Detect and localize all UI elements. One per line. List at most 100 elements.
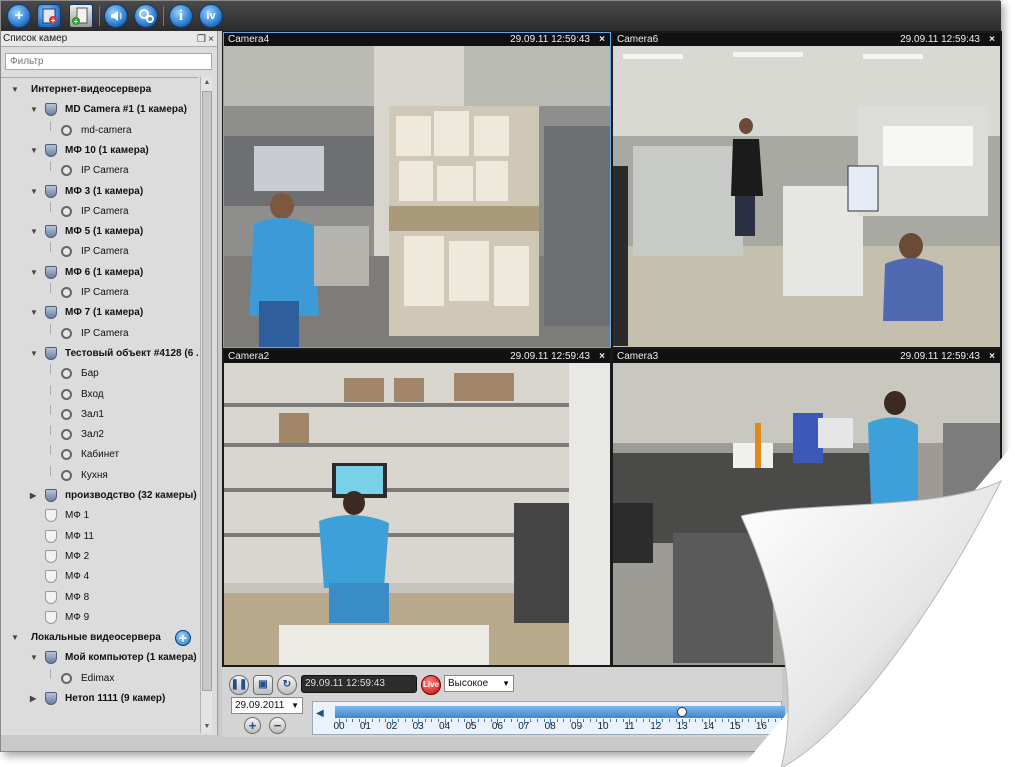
tree-server-item[interactable]: МФ 2 [1,547,198,567]
tree-group[interactable]: ▼ Интернет-видеосервера [1,80,198,100]
add-icon[interactable]: + [7,4,31,28]
add-folder-icon[interactable]: + [69,4,93,28]
tree-server-item[interactable]: ▼ МФ 10 (1 камера) [1,141,198,161]
tree-server-item[interactable]: ▼ MD Camera #1 (1 камера) [1,100,198,120]
tree-item-label: Тестовый объект #4128 (6 ... [65,347,198,359]
camera-icon [61,469,72,481]
tree-server-item[interactable]: ▼ Тестовый объект #4128 (6 ... [1,344,198,364]
tree-item-label: Локальные видеосервера [31,632,161,644]
tree-camera-item[interactable]: Edimax [1,668,198,689]
collapse-arrow-icon[interactable]: ▶ [30,486,36,506]
panel-title: Список камер [3,33,68,44]
scrollbar-thumb[interactable] [202,91,212,691]
zoom-in-icon[interactable]: + [244,717,261,734]
expand-arrow-icon[interactable]: ▼ [30,648,38,668]
expand-arrow-icon[interactable]: ▼ [30,222,38,242]
tree-server-item[interactable]: ▼ МФ 7 (1 камера) [1,303,198,323]
settings-icon[interactable] [134,4,158,28]
live-button[interactable]: Live [421,675,441,695]
tree-camera-item[interactable]: Кабинет [1,445,198,465]
tree-camera-item[interactable]: Зал2 [1,425,198,445]
tree-line [50,323,51,334]
tree-item-label: производство (32 камеры) [65,490,197,501]
timeline-tick [339,719,340,725]
timeline-tick [721,719,723,722]
tree-camera-item[interactable]: IP Camera [1,242,198,262]
tree-camera-item[interactable]: IP Camera [1,283,198,303]
tree-camera-item[interactable]: md-camera [1,120,198,141]
tree-server-item[interactable]: ▼ МФ 5 (1 камера) [1,222,198,242]
tree-camera-item[interactable]: Зал1 [1,404,198,425]
tree-server-item[interactable]: МФ 1 [1,506,198,526]
tree-camera-item[interactable]: Бар [1,364,198,384]
camera-tile-camera6[interactable]: Camera6 29.09.11 12:59:43 × [613,33,1000,347]
expand-arrow-icon[interactable]: ▼ [11,628,19,648]
timeline[interactable]: ◀ 00 01 02 03 04 05 06 07 08 09 10 11 12 13 14 15 16 [312,701,785,735]
tree-scrollbar[interactable]: ▲ ▼ [200,77,212,733]
zoom-out-icon[interactable]: − [269,717,286,734]
quality-value: Высокое [448,678,489,689]
pause-icon[interactable]: ❚❚ [229,675,249,695]
tree-server-item[interactable]: МФ 4 [1,567,198,587]
tree-server-item[interactable]: МФ 8 [1,588,198,608]
expand-arrow-icon[interactable]: ▼ [30,303,38,323]
tree-server-item[interactable]: ▶ Нетоп 1111 (9 камер) [1,689,198,709]
tree-camera-item[interactable]: Вход [1,384,198,405]
tree-camera-item[interactable]: Кухня [1,465,198,486]
tree-server-item[interactable]: ▼ МФ 6 (1 камера) [1,263,198,283]
camera-tile-camera2[interactable]: Camera2 29.09.11 12:59:43 × [224,350,610,665]
timeline-left-arrow-icon[interactable]: ◀ [316,708,324,719]
tree-server-item[interactable]: МФ 9 [1,608,198,628]
server-icon [45,306,57,320]
collapse-arrow-icon[interactable]: ▶ [30,689,36,709]
toolbar-separator [99,6,100,26]
tree-item-label: МФ 8 [65,591,90,603]
tile-camera-name: Camera6 [617,34,659,45]
timeline-tick [603,719,604,725]
add-server-icon[interactable]: + [37,4,61,28]
tree-group[interactable]: ▼ Локальные видеосервера + [1,628,198,648]
save-icon[interactable]: ▣ [253,675,273,695]
tree-server-item[interactable]: ▼ Мой компьютер (1 камера) [1,648,198,668]
about-icon[interactable]: iv [199,4,223,28]
tile-close-icon[interactable]: × [599,350,605,363]
tree-item-label: МФ 1 [65,510,90,522]
expand-arrow-icon[interactable]: ▼ [11,80,19,100]
refresh-icon[interactable]: ↻ [277,675,297,695]
timeline-tick [688,719,690,722]
volume-icon[interactable] [104,4,128,28]
tile-close-icon[interactable]: × [989,33,995,46]
quality-select[interactable]: Высокое ▼ [444,675,514,692]
filter-input[interactable] [5,53,212,70]
tree-camera-item[interactable]: IP Camera [1,161,198,181]
expand-arrow-icon[interactable]: ▼ [30,344,38,364]
server-icon [45,489,57,502]
info-icon[interactable]: i [169,4,193,28]
expand-arrow-icon[interactable]: ▼ [30,141,38,161]
scroll-up-icon[interactable]: ▲ [201,77,213,89]
tree-server-item[interactable]: ▶ производство (32 камеры) [1,486,198,506]
tile-close-icon[interactable]: × [989,350,995,363]
scroll-down-icon[interactable]: ▼ [201,721,213,733]
timeline-tick [484,719,486,722]
tree-camera-item[interactable]: IP Camera [1,201,198,222]
camera-icon [61,205,72,217]
date-select[interactable]: 29.09.2011 ▼ [231,697,303,714]
timeline-tick [576,719,578,725]
timeline-tick [345,719,347,722]
server-icon [45,651,57,665]
tile-close-icon[interactable]: × [599,33,605,46]
tree-server-item[interactable]: МФ 11 [1,527,198,547]
timeline-tick [589,719,591,722]
float-panel-icon[interactable]: ❐ [197,32,206,47]
tree-server-item[interactable]: ▼ МФ 3 (1 камера) [1,182,198,202]
expand-arrow-icon[interactable]: ▼ [30,100,38,120]
close-panel-icon[interactable]: × [208,32,214,47]
camera-icon [61,449,72,461]
add-local-server-icon[interactable]: + [175,630,191,647]
expand-arrow-icon[interactable]: ▼ [30,263,38,283]
tree-camera-item[interactable]: IP Camera [1,323,198,344]
camera-tile-camera4[interactable]: Camera4 29.09.11 12:59:43 × [223,32,611,348]
expand-arrow-icon[interactable]: ▼ [30,182,38,202]
server-icon [45,610,57,624]
